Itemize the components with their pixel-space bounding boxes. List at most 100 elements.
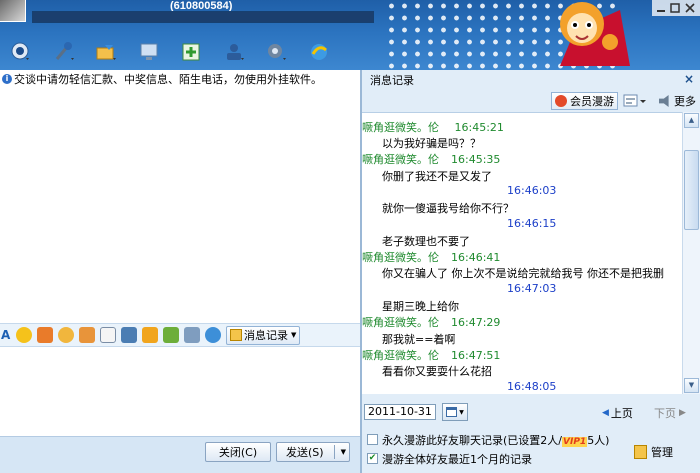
calendar-icon bbox=[446, 407, 458, 417]
remote-desktop-button[interactable] bbox=[128, 39, 171, 65]
doodle-icon[interactable] bbox=[79, 327, 95, 343]
title-banner: (610800584) bbox=[0, 0, 700, 70]
manage-label: 管理 bbox=[651, 446, 673, 459]
send-divider bbox=[334, 445, 335, 459]
permanent-roam-checkbox[interactable] bbox=[367, 434, 378, 445]
chat-toolbar bbox=[0, 38, 340, 66]
qq-show-icon[interactable] bbox=[205, 327, 221, 343]
more-label: 更多 bbox=[674, 95, 696, 108]
message-time: 16:46:15 bbox=[507, 216, 557, 230]
message-time: 16:47:51 bbox=[451, 348, 501, 362]
info-icon: i bbox=[2, 74, 12, 84]
view-mode-icon bbox=[623, 94, 646, 107]
history-message-list[interactable]: 噘角逛微笑。伦 16:45:21 以为我好骗是吗？？ 噘角逛微笑。伦 16:45:3… bbox=[362, 112, 682, 394]
safety-notice-text: 交谈中请勿轻信汇款、中奖信息、陌生电话，勿使用外挂软件。 bbox=[14, 73, 322, 86]
send-button-label: 发送(S) bbox=[286, 446, 324, 459]
browser-button[interactable] bbox=[298, 39, 341, 65]
message-header: 噘角逛微笑。伦 16:47:29 bbox=[362, 314, 682, 330]
more-button[interactable]: 更多 bbox=[659, 93, 696, 109]
roam-all-checkbox[interactable]: ✔ bbox=[367, 453, 378, 464]
screen-icon bbox=[140, 43, 158, 60]
chevron-down-icon[interactable]: ▼ bbox=[341, 448, 346, 456]
message-time: 16:47:03 bbox=[507, 281, 557, 295]
message-time: 16:48:05 bbox=[507, 379, 557, 393]
handwriting-icon[interactable] bbox=[100, 327, 116, 343]
date-input[interactable]: 2011-10-31 bbox=[364, 404, 436, 420]
scroll-down-icon[interactable]: ▼ bbox=[684, 378, 699, 393]
message-text: 你删了我还不是又发了 bbox=[382, 169, 492, 183]
font-icon[interactable]: A bbox=[1, 327, 11, 343]
message-header: 噘角逛微笑。伦 16:45:21 bbox=[362, 119, 682, 135]
browser-icon bbox=[310, 44, 327, 60]
message-time: 16:46:41 bbox=[451, 251, 501, 265]
view-mode-button[interactable] bbox=[623, 93, 649, 109]
microphone-icon bbox=[55, 42, 74, 60]
voice-call-button[interactable] bbox=[43, 39, 86, 65]
permanent-roam-text: 永久漫游此好友聊天记录(已设置2人/ bbox=[382, 434, 562, 447]
speaker-icon bbox=[659, 95, 669, 107]
vip-roam-button[interactable]: 会员漫游 bbox=[551, 92, 618, 110]
vip-badge: VIP1 bbox=[562, 437, 588, 447]
image-icon[interactable] bbox=[163, 327, 179, 343]
app-button[interactable] bbox=[170, 39, 213, 65]
vibrate-icon[interactable] bbox=[58, 327, 74, 343]
message-body: 看看你又要耍什么花招 bbox=[362, 363, 682, 379]
message-body: 就你一傻逼我号给你不行？ bbox=[362, 200, 682, 216]
more-tools-icon[interactable] bbox=[184, 327, 200, 343]
sender-name: 噘角逛微笑。伦 bbox=[362, 251, 439, 265]
scroll-up-icon[interactable]: ▲ bbox=[684, 113, 699, 128]
history-footer: 2011-10-31 ▼ ◀ 上页 下页 ▶ 永久漫游此好友聊天记录(已设置2人… bbox=[362, 394, 700, 473]
message-history-button[interactable]: 消息记录 ▼ bbox=[226, 325, 301, 345]
message-text: 星期三晚上给你 bbox=[382, 300, 459, 313]
monkey-mascot-icon bbox=[560, 2, 630, 66]
history-toolbar: 会员漫游 更多 bbox=[362, 90, 700, 112]
message-text: 以为我好骗是吗？？ bbox=[382, 137, 481, 150]
next-page-link[interactable]: 下页 ▶ bbox=[654, 405, 686, 421]
message-body: 以为我好骗是吗？？ bbox=[362, 135, 682, 151]
add-app-icon bbox=[182, 43, 200, 61]
emoticon-icon[interactable] bbox=[16, 327, 32, 343]
avatar[interactable] bbox=[0, 0, 26, 22]
magic-emoticon-icon[interactable] bbox=[37, 327, 53, 343]
music-icon[interactable] bbox=[142, 327, 158, 343]
send-button[interactable]: 发送(S) ▼ bbox=[276, 442, 350, 462]
scroll-thumb[interactable] bbox=[684, 150, 699, 230]
send-file-button[interactable] bbox=[85, 39, 128, 65]
profile-icon bbox=[226, 44, 244, 60]
message-header: 噘角逛微笑。伦 16:47:51 bbox=[362, 347, 682, 363]
screenshot-icon[interactable] bbox=[121, 327, 137, 343]
manage-button[interactable]: 管理 bbox=[634, 444, 673, 460]
safety-notice: i 交谈中请勿轻信汇款、中奖信息、陌生电话，勿使用外挂软件。 bbox=[0, 70, 360, 88]
penguin-icon bbox=[555, 95, 567, 107]
profile-button[interactable] bbox=[213, 39, 256, 65]
window-controls[interactable] bbox=[652, 0, 700, 16]
arrow-left-icon: ◀ bbox=[602, 408, 609, 418]
message-text: 就你一傻逼我号给你不行？ bbox=[382, 202, 514, 216]
message-body: 你又在骗人了 你上次不是说给完就给我号 你还不是把我删 bbox=[362, 265, 682, 281]
close-icon[interactable]: × bbox=[684, 72, 694, 86]
history-icon bbox=[230, 329, 242, 341]
message-history-panel: 消息记录 × 会员漫游 更多 噘角逛微笑。伦 16:45:21 以为我好骗是吗？… bbox=[362, 70, 700, 473]
sender-name: 噘角逛微笑。伦 bbox=[362, 153, 439, 167]
signature-bar bbox=[32, 11, 374, 23]
send-bar: 关闭(C) 发送(S) ▼ bbox=[0, 436, 360, 473]
prev-page-label: 上页 bbox=[610, 407, 633, 420]
chevron-down-icon: ▼ bbox=[459, 408, 464, 416]
history-scrollbar[interactable]: ▲ ▼ bbox=[682, 112, 700, 394]
video-call-button[interactable] bbox=[0, 39, 43, 65]
settings-button[interactable] bbox=[255, 39, 298, 65]
input-toolbar: A 消息记录 ▼ bbox=[0, 323, 360, 347]
message-header: 噘角逛微笑。伦 16:45:35 bbox=[362, 151, 682, 167]
permanent-roam-label: 永久漫游此好友聊天记录(已设置2人/VIP15人) bbox=[382, 432, 609, 448]
folder-share-icon bbox=[96, 45, 117, 60]
message-text: 看看你又要耍什么花招 bbox=[382, 365, 492, 379]
roam-all-label: 漫游全体好友最近1个月的记录 bbox=[382, 453, 532, 466]
manage-icon bbox=[634, 445, 647, 459]
message-time: 16:45:21 bbox=[454, 121, 504, 134]
message-text: 老子数理也不要了 bbox=[382, 234, 470, 248]
calendar-button[interactable]: ▼ bbox=[442, 403, 468, 421]
prev-page-link[interactable]: ◀ 上页 bbox=[602, 405, 633, 421]
close-button[interactable]: 关闭(C) bbox=[205, 442, 271, 462]
chat-display-area[interactable] bbox=[0, 70, 360, 473]
arrow-right-icon: ▶ bbox=[679, 408, 686, 418]
